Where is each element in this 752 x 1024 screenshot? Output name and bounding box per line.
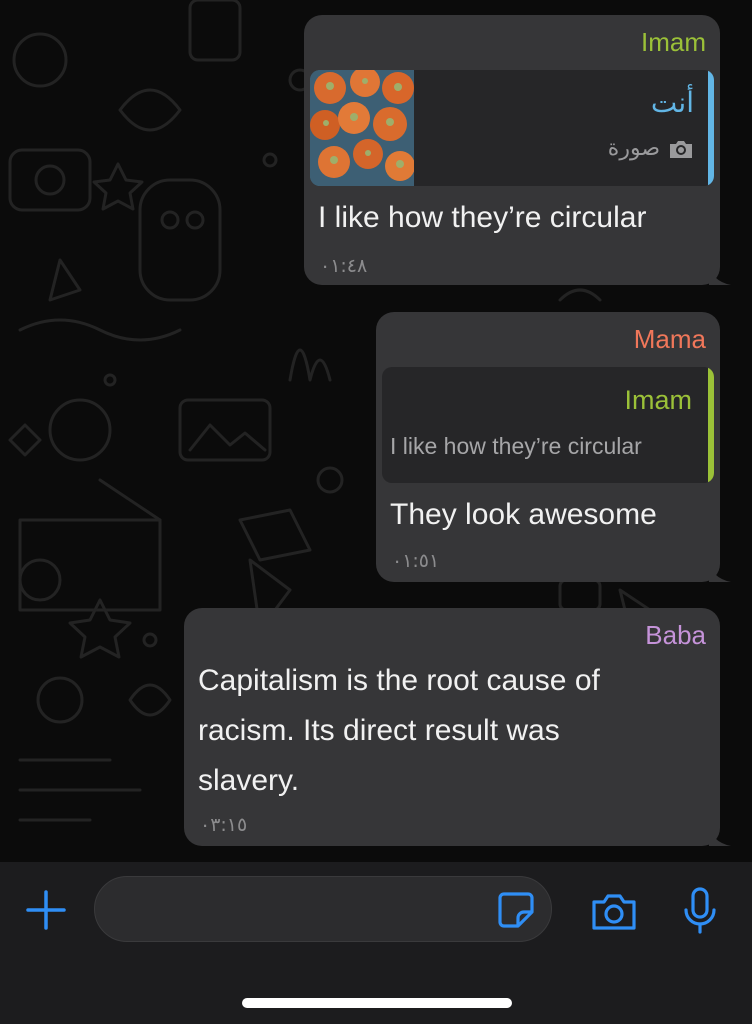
camera-button[interactable]	[590, 890, 638, 932]
message-bubble-baba[interactable]: Baba Capitalism is the root cause of rac…	[184, 608, 731, 846]
message-text-line: slavery.	[198, 764, 300, 797]
sticker-icon	[498, 892, 534, 928]
message-time: ٠٣:١٥	[200, 814, 248, 836]
attach-button[interactable]	[24, 888, 68, 932]
message-input[interactable]	[94, 876, 552, 942]
photo-thumbnail	[310, 70, 414, 186]
plus-icon	[26, 890, 66, 930]
message-bubble-mama[interactable]: Mama Imam I like how they’re circular Th…	[376, 312, 731, 582]
message-time: ٠١:٥١	[392, 550, 440, 572]
home-indicator[interactable]	[242, 998, 512, 1008]
message-text-line: racism. Its direct result was	[198, 714, 560, 747]
quoted-message[interactable]: أنت صورة	[310, 70, 714, 186]
sender-name: Imam	[641, 27, 706, 57]
message-composer	[0, 862, 752, 1024]
bubble-tail	[709, 263, 731, 285]
quote-accent-bar	[708, 367, 714, 483]
camera-icon	[592, 894, 636, 930]
message-text: They look awesome	[390, 498, 657, 531]
voice-record-button[interactable]	[680, 886, 720, 936]
quote-accent-bar	[708, 70, 714, 186]
microphone-icon	[684, 887, 716, 934]
quoted-author: Imam	[624, 385, 693, 415]
sender-name: Mama	[633, 324, 706, 354]
camera-icon	[670, 140, 692, 158]
quoted-author: أنت	[650, 86, 694, 119]
message-time: ٠١:٤٨	[320, 255, 368, 277]
bubble-tail	[709, 560, 731, 582]
sticker-button[interactable]	[496, 890, 536, 930]
bubble-tail	[709, 824, 731, 846]
message-text: I like how they’re circular	[318, 201, 647, 234]
quoted-text: I like how they’re circular	[390, 433, 642, 459]
sender-name: Baba	[645, 620, 706, 650]
quoted-photo-label: صورة	[607, 136, 660, 161]
message-text-line: Capitalism is the root cause of	[198, 664, 600, 697]
message-bubble-imam[interactable]: Imam أنت صورة I like how they’re circula…	[304, 15, 731, 285]
quoted-message[interactable]: Imam I like how they’re circular	[382, 367, 714, 483]
